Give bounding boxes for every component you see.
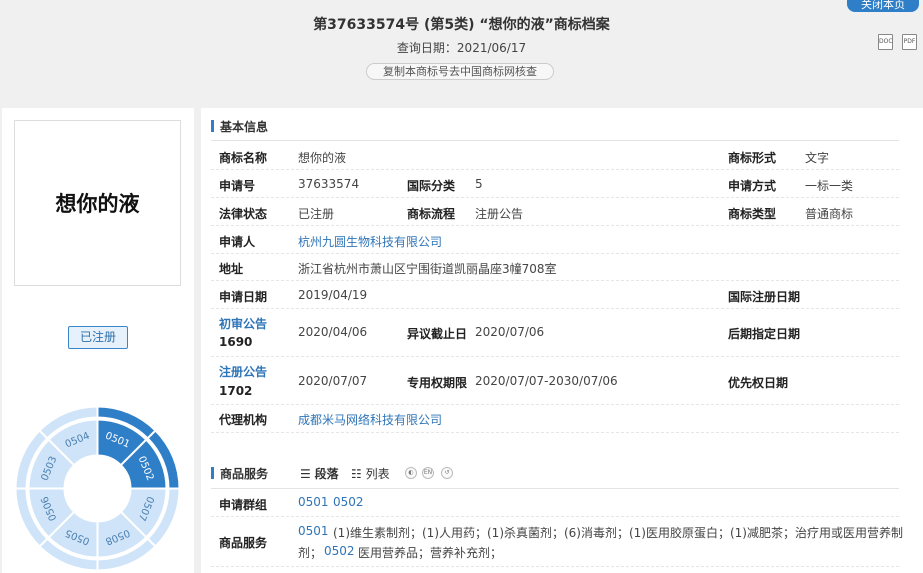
services-0501-text: (1)维生素制剂；(1)人用药；(1)杀真菌剂；(6)消毒剂；(1)医用胶原蛋白… bbox=[333, 526, 903, 540]
exclusive-label: 专用权期限 bbox=[407, 376, 468, 390]
reg-notice-link[interactable]: 注册公告 bbox=[219, 363, 267, 380]
group-link-0501[interactable]: 0501 bbox=[298, 495, 329, 509]
later-date-label: 后期指定日期 bbox=[728, 327, 801, 341]
form-label: 商标形式 bbox=[728, 151, 777, 165]
reg-notice-no: 1702 bbox=[219, 384, 253, 398]
paragraph-icon: ☰ bbox=[300, 467, 311, 481]
services-code-0501[interactable]: 0501 bbox=[298, 524, 329, 538]
services-0502-text: 医用营养品；营养补充剂； bbox=[358, 546, 503, 560]
services-label: 商品服务 bbox=[219, 536, 268, 550]
appno-value: 37633574 bbox=[298, 177, 360, 191]
close-page-button[interactable]: 关闭本页 bbox=[847, 0, 919, 12]
left-panel: 想你的液 已注册 0501 0502 0507 0508 0505 0506 0503 050… bbox=[2, 108, 194, 573]
applicant-label: 申请人 bbox=[219, 235, 256, 249]
app-date-value: 2019/04/19 bbox=[298, 288, 368, 302]
method-label: 申请方式 bbox=[728, 179, 777, 193]
priority-label: 优先权日期 bbox=[728, 376, 789, 390]
doc-download-icon[interactable]: DOC bbox=[878, 34, 893, 50]
prelim-notice-link[interactable]: 初审公告 bbox=[219, 315, 267, 332]
address-value: 浙江省杭州市萧山区宁围街道凯丽晶座3幢708室 bbox=[298, 262, 557, 276]
opp-deadline-value: 2020/07/06 bbox=[475, 325, 545, 339]
address-label: 地址 bbox=[219, 262, 244, 276]
legal-status-label: 法律状态 bbox=[219, 207, 268, 221]
intl-class-value: 5 bbox=[475, 177, 483, 191]
info-row: 注册公告 1702 2020/07/07 专用权期限 2020/07/07-20… bbox=[211, 357, 899, 405]
form-value: 文字 bbox=[805, 151, 830, 165]
type-value: 普通商标 bbox=[805, 207, 854, 221]
query-date-value: 2021/06/17 bbox=[456, 41, 527, 55]
trademark-image: 想你的液 bbox=[14, 120, 181, 286]
group-label: 申请群组 bbox=[219, 498, 268, 512]
legal-status-value: 已注册 bbox=[298, 207, 335, 221]
applicant-link[interactable]: 杭州九圆生物科技有限公司 bbox=[298, 233, 442, 250]
info-row: 申请号 37633574 国际分类 5 申请方式 一标一类 bbox=[211, 170, 899, 198]
copy-to-cntm-button[interactable]: 复制本商标号去中国商标网核查 bbox=[366, 63, 554, 80]
group-link-0502[interactable]: 0502 bbox=[333, 495, 364, 509]
divider bbox=[211, 140, 899, 141]
services-0501-cont: 剂； bbox=[298, 546, 323, 560]
basic-info-title: 基本信息 bbox=[211, 118, 268, 135]
opp-deadline-label: 异议截止日 bbox=[407, 327, 468, 341]
goods-row: 商品服务 0501 (1)维生素制剂；(1)人用药；(1)杀真菌剂；(6)消毒剂… bbox=[211, 517, 903, 567]
theme-icon[interactable]: ◐ bbox=[405, 467, 417, 479]
type-label: 商标类型 bbox=[728, 207, 777, 221]
prelim-date-value: 2020/04/06 bbox=[298, 325, 368, 339]
detail-panel: 基本信息 商标名称 想你的液 商标形式 文字 申请号 37633574 国际分类… bbox=[201, 108, 923, 573]
intl-reg-date-label: 国际注册日期 bbox=[728, 290, 801, 304]
view-paragraph-toggle[interactable]: ☰ 段落 bbox=[300, 465, 339, 482]
history-icon[interactable]: ↺ bbox=[441, 467, 453, 479]
agent-link[interactable]: 成都米马网络科技有限公司 bbox=[298, 411, 442, 428]
group-wheel-chart: 05010502050705080505050605030504 bbox=[15, 406, 180, 571]
reg-date-value: 2020/07/07 bbox=[298, 374, 368, 388]
info-row: 地址 浙江省杭州市萧山区宁围街道凯丽晶座3幢708室 bbox=[211, 254, 899, 281]
exclusive-value: 2020/07/07-2030/07/06 bbox=[475, 374, 618, 388]
status-badge: 已注册 bbox=[68, 326, 128, 349]
pdf-download-icon[interactable]: PDF bbox=[902, 34, 917, 50]
method-value: 一标一类 bbox=[805, 179, 854, 193]
query-date: 查询日期：2021/06/17 bbox=[0, 39, 923, 56]
goods-section-title: 商品服务 bbox=[211, 465, 268, 482]
page-header: 关闭本页 第37633574号 (第5类) “想你的液”商标档案 查询日期：20… bbox=[0, 0, 923, 104]
flow-label: 商标流程 bbox=[407, 207, 456, 221]
info-row: 代理机构 成都米马网络科技有限公司 bbox=[211, 405, 899, 433]
list-icon: ☷ bbox=[351, 467, 362, 481]
name-label: 商标名称 bbox=[219, 151, 268, 165]
goods-row: 申请群组 0501 0502 bbox=[211, 489, 899, 517]
flow-value: 注册公告 bbox=[475, 207, 524, 221]
appno-label: 申请号 bbox=[219, 179, 256, 193]
app-date-label: 申请日期 bbox=[219, 290, 268, 304]
info-row: 初审公告 1690 2020/04/06 异议截止日 2020/07/06 后期… bbox=[211, 309, 899, 357]
info-row: 申请日期 2019/04/19 国际注册日期 bbox=[211, 281, 899, 309]
name-value: 想你的液 bbox=[298, 151, 347, 165]
info-row: 申请人 杭州九圆生物科技有限公司 bbox=[211, 226, 899, 254]
info-row: 商标名称 想你的液 商标形式 文字 bbox=[211, 142, 899, 170]
agent-label: 代理机构 bbox=[219, 413, 268, 427]
intl-class-label: 国际分类 bbox=[407, 179, 456, 193]
page-title: 第37633574号 (第5类) “想你的液”商标档案 bbox=[313, 17, 610, 33]
language-en-icon[interactable]: EN bbox=[422, 467, 434, 479]
prelim-notice-no: 1690 bbox=[219, 335, 253, 349]
query-date-label: 查询日期： bbox=[396, 41, 457, 55]
view-list-toggle[interactable]: ☷ 列表 bbox=[351, 465, 390, 482]
services-code-0502[interactable]: 0502 bbox=[324, 544, 355, 558]
info-row: 法律状态 已注册 商标流程 注册公告 商标类型 普通商标 bbox=[211, 198, 899, 226]
